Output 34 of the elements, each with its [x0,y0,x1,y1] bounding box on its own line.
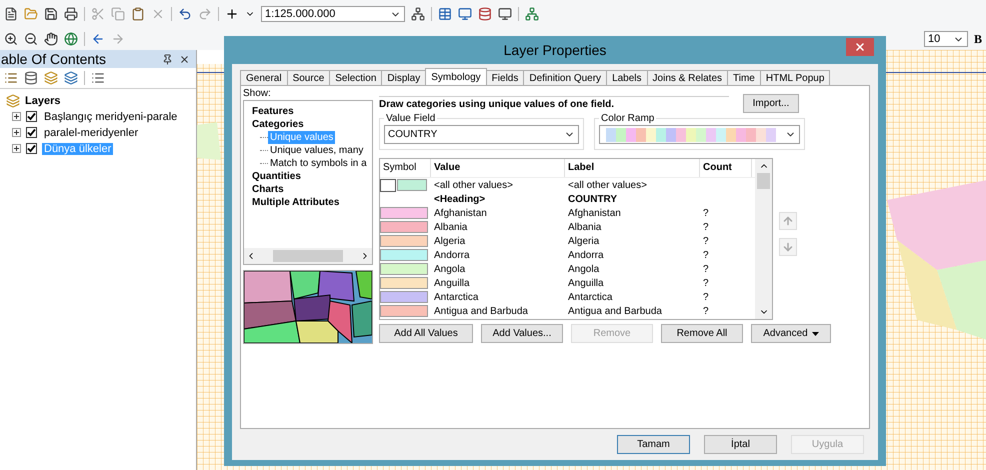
close-icon [854,41,866,53]
tree-root[interactable]: Layers [25,94,60,106]
panel-title: able Of Contents [1,51,106,67]
scale-field[interactable]: 1:125.000.000 [261,6,405,22]
folder-icon[interactable] [24,7,38,21]
expand-icon[interactable] [12,144,21,153]
zoom-out-icon[interactable] [24,32,38,46]
checkbox[interactable] [26,111,37,122]
new-document-icon[interactable] [4,7,18,21]
zoom-in-icon[interactable] [4,32,18,46]
database-icon[interactable] [24,71,38,85]
globe-icon[interactable] [64,32,78,46]
layer-item[interactable]: paralel-meridyenler [42,126,140,138]
layer-item[interactable]: Başlangıç meridyeni-parale [42,110,180,122]
save-icon[interactable] [44,7,58,21]
options-icon[interactable] [91,71,105,85]
paste-icon[interactable] [131,7,145,21]
pan-icon[interactable] [44,32,58,46]
font-size-field[interactable]: 10 [924,31,968,47]
print-icon[interactable] [64,7,78,21]
list-icon[interactable] [4,71,18,85]
undo-icon[interactable] [178,7,192,21]
back-icon[interactable] [91,32,105,46]
bold-button[interactable]: B [974,32,982,46]
checkbox[interactable] [26,127,37,138]
layers-icon[interactable] [44,71,58,85]
checkbox[interactable] [26,143,37,154]
expand-icon[interactable] [12,128,21,137]
expand-icon[interactable] [12,112,21,121]
pin-icon[interactable] [162,54,173,64]
close-icon[interactable] [179,54,190,64]
window-icon[interactable] [458,7,472,21]
layers-icon [6,94,20,108]
table-icon[interactable] [438,7,452,21]
